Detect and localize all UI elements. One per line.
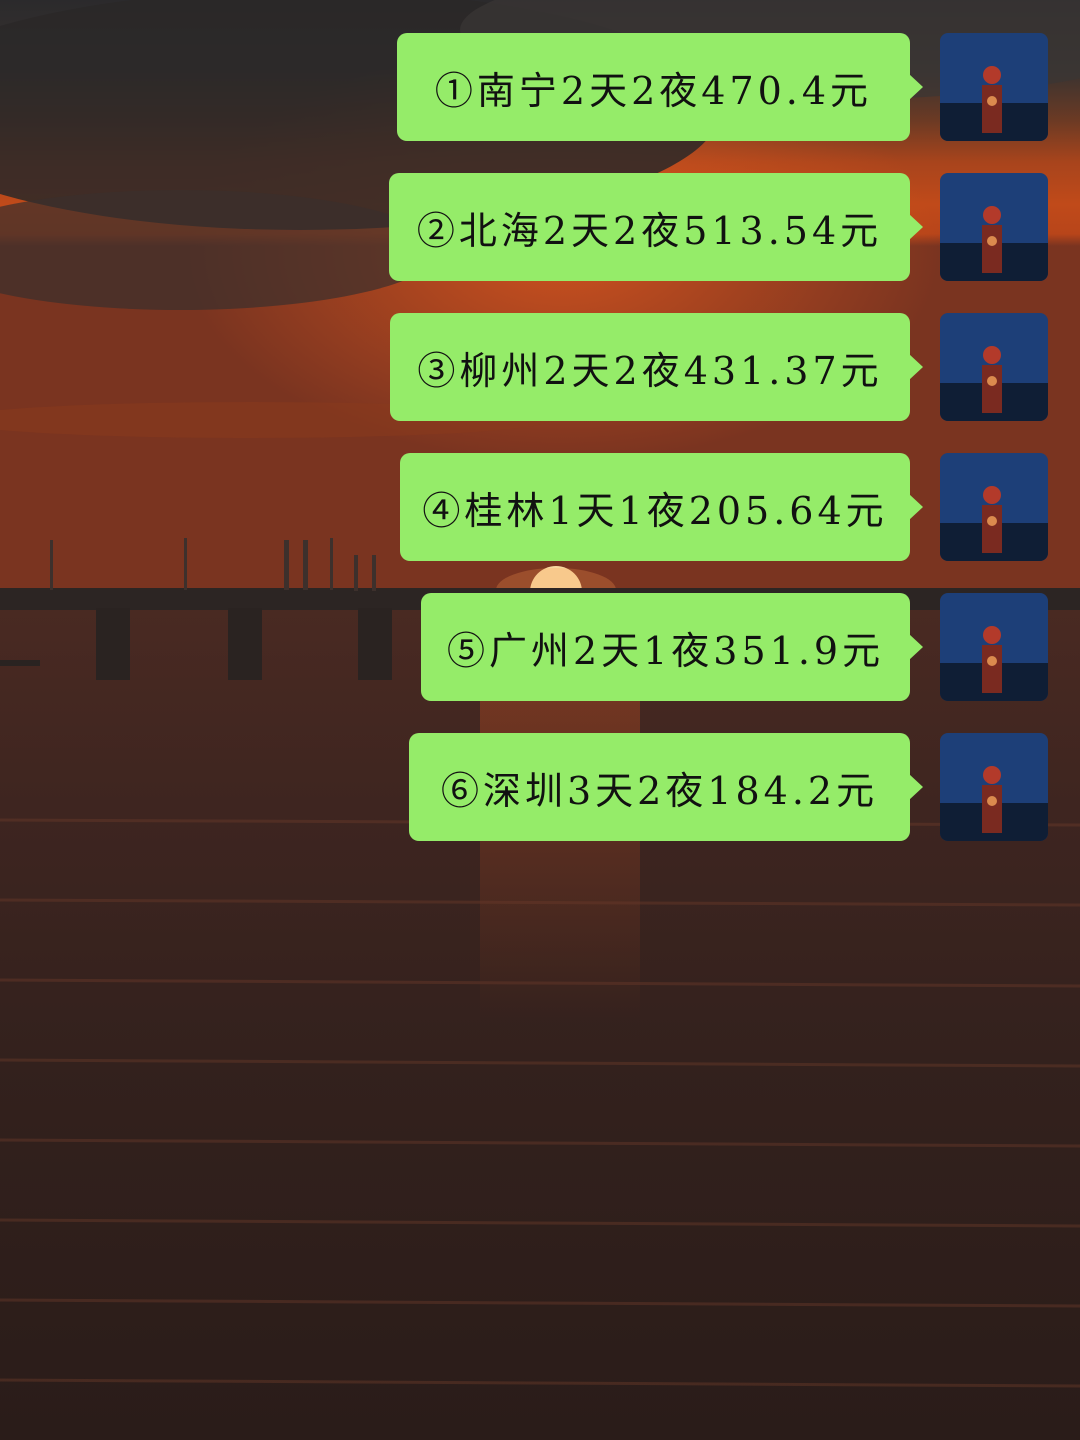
user-avatar-icon[interactable] [940, 173, 1048, 281]
user-avatar-icon[interactable] [940, 453, 1048, 561]
message-row: ③柳州2天2夜431.37元 [390, 313, 1048, 421]
message-text: ⑥深圳3天2夜184.2元 [440, 768, 879, 813]
chat-bubble[interactable]: ④桂林1天1夜205.64元 [400, 453, 923, 561]
chat-bubble[interactable]: ③柳州2天2夜431.37元 [390, 313, 923, 421]
chat-message-list: ①南宁2天2夜470.4元 ②北海2天2夜513.54元 ③柳州2天2夜431.… [0, 0, 1080, 1440]
message-text: ⑤广州2天1夜351.9元 [446, 628, 885, 673]
message-text: ①南宁2天2夜470.4元 [434, 68, 873, 113]
chat-bubble[interactable]: ⑤广州2天1夜351.9元 [421, 593, 923, 701]
chat-bubble[interactable]: ②北海2天2夜513.54元 [389, 173, 923, 281]
chat-bubble[interactable]: ①南宁2天2夜470.4元 [397, 33, 923, 141]
message-row: ⑥深圳3天2夜184.2元 [409, 733, 1048, 841]
message-text: ③柳州2天2夜431.37元 [417, 348, 883, 393]
message-row: ⑤广州2天1夜351.9元 [421, 593, 1048, 701]
chat-bubble[interactable]: ⑥深圳3天2夜184.2元 [409, 733, 923, 841]
message-text: ②北海2天2夜513.54元 [416, 208, 883, 253]
user-avatar-icon[interactable] [940, 733, 1048, 841]
message-row: ④桂林1天1夜205.64元 [400, 453, 1048, 561]
message-row: ②北海2天2夜513.54元 [389, 173, 1048, 281]
user-avatar-icon[interactable] [940, 593, 1048, 701]
message-text: ④桂林1天1夜205.64元 [422, 488, 888, 533]
user-avatar-icon[interactable] [940, 313, 1048, 421]
user-avatar-icon[interactable] [940, 33, 1048, 141]
message-row: ①南宁2天2夜470.4元 [397, 33, 1048, 141]
